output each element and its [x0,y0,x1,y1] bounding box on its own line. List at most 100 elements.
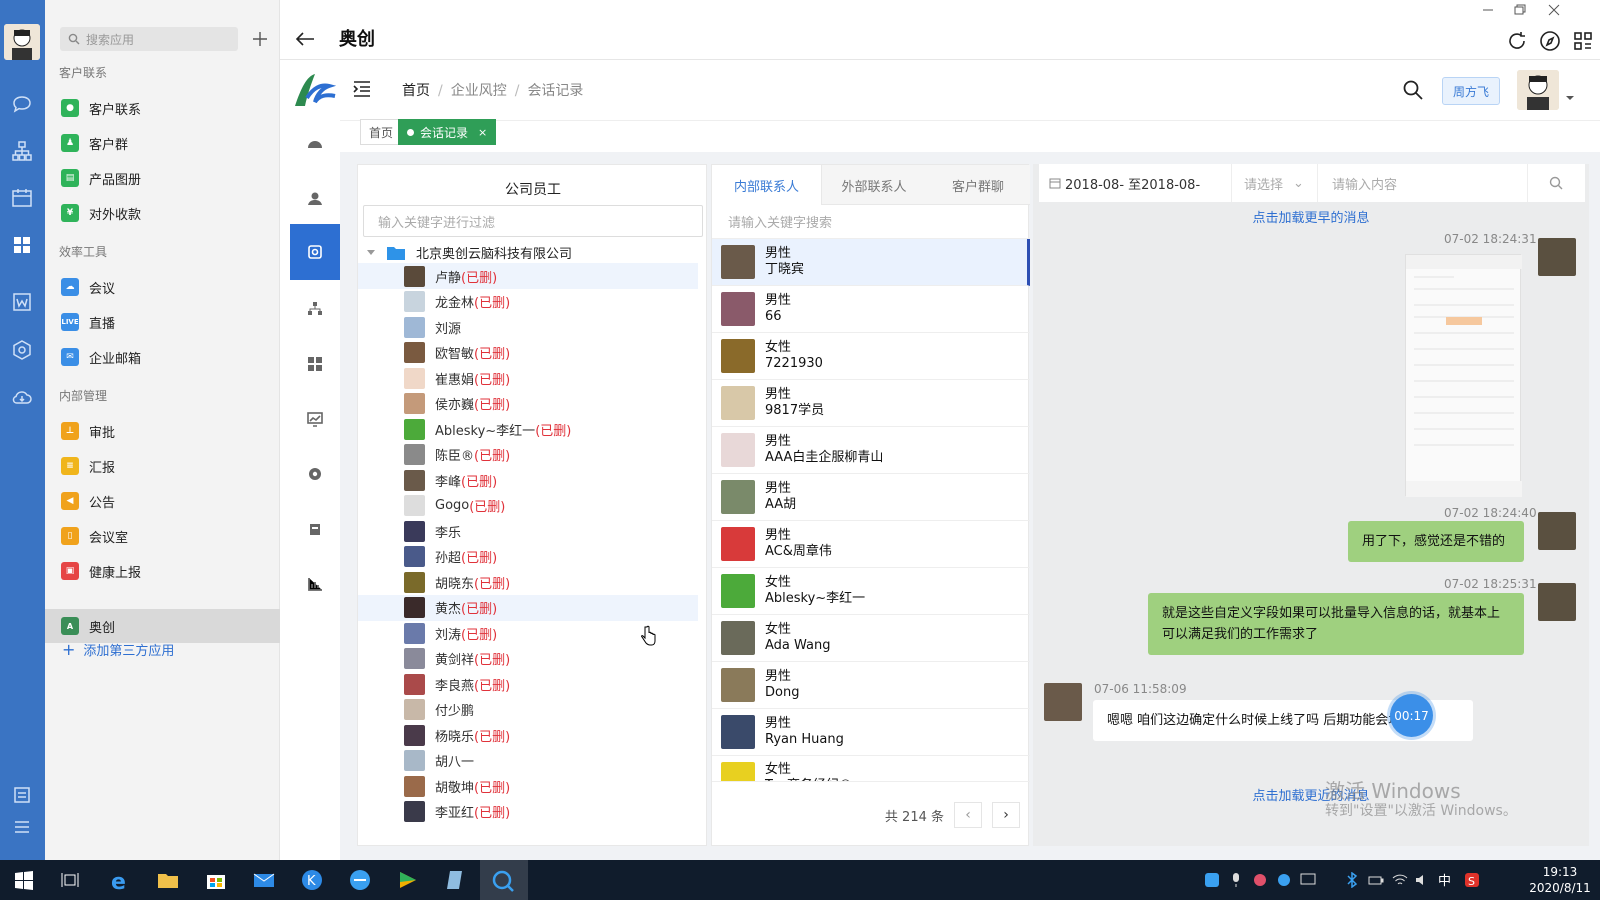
content-search-input[interactable]: 请输入内容 [1318,164,1528,202]
employee-row[interactable]: 胡敬坤 (已删) [358,773,698,799]
contact-row[interactable]: 女性 Ada Wang [712,615,1030,662]
tray-screen-icon[interactable] [1300,872,1316,888]
search-icon[interactable] [1528,164,1584,202]
org-icon[interactable] [11,140,33,162]
load-earlier-link[interactable]: 点击加载更早的消息 [1033,207,1589,226]
user-name-button[interactable]: 周方飞 [1442,77,1500,105]
contact-row[interactable]: 男性 丁晓宾 [712,239,1030,286]
app-item-health[interactable]: ▣ 健康上报 [45,554,280,588]
breadcrumb-home[interactable]: 首页 [402,83,430,99]
employee-row[interactable]: 孙超 (已删) [358,544,698,570]
avatar[interactable] [4,24,40,60]
sogou-icon[interactable]: S [1464,872,1480,888]
mail-icon[interactable] [252,868,276,892]
close-tab-icon[interactable]: × [478,126,487,139]
menu-fold-icon[interactable] [352,79,372,99]
bluetooth-icon[interactable] [1344,872,1360,888]
search-icon[interactable] [1402,79,1424,101]
chat-icon[interactable] [11,93,33,115]
contact-row[interactable]: 女性 Ablesky~李红一 [712,568,1030,615]
employee-row[interactable]: 刘源 [358,314,698,340]
app-item-mail[interactable]: ✉ 企业邮箱 [45,340,280,374]
app-item-aochuang[interactable]: A 奥创 [45,609,280,643]
employee-row[interactable]: 欧智敏 (已删) [358,340,698,366]
tab-customer-groups[interactable]: 客户群聊 [926,165,1030,205]
contact-row[interactable]: 男性 AA胡 [712,474,1030,521]
employee-row[interactable]: 侯亦巍 (已删) [358,391,698,417]
employee-row[interactable]: 崔惠娟 (已删) [358,365,698,391]
app-item-payment[interactable]: ¥ 对外收款 [45,196,280,230]
grid-icon[interactable] [1572,30,1594,52]
tab-external-contacts[interactable]: 外部联系人 [822,165,926,205]
app-item-live[interactable]: LIVE 直播 [45,305,280,339]
app-item-meeting[interactable]: ☁ 会议 [45,270,280,304]
date-range-picker[interactable]: 2018-08- 至2018-08- [1039,164,1232,202]
apps-icon[interactable] [11,234,33,256]
contact-row[interactable]: 男性 9817学员 [712,380,1030,427]
employee-row[interactable]: 卢静 (已删) [358,263,698,289]
contact-row[interactable]: 女性Top商务经纪® [712,756,1030,782]
refresh-icon[interactable] [1506,30,1528,52]
user-icon[interactable] [304,188,326,210]
employee-row[interactable]: 胡八一 [358,748,698,774]
store-icon[interactable] [204,868,228,892]
volume-icon[interactable] [1414,872,1430,888]
image-message[interactable] [1405,254,1522,497]
restore-icon[interactable] [1512,3,1528,17]
add-icon[interactable] [248,27,272,51]
k-app-icon[interactable]: K [300,868,324,892]
doc-icon[interactable] [11,291,33,313]
windows-start-icon[interactable] [12,868,36,892]
recording-timer[interactable]: 00:17 [1390,694,1433,737]
calendar-icon[interactable] [11,187,33,209]
contact-row[interactable]: 男性 AAA白圭企服柳青山 [712,427,1030,474]
contact-row[interactable]: 女性 7221930 [712,333,1030,380]
dashboard-icon[interactable] [304,133,326,155]
app-item-report[interactable]: ≡ 汇报 [45,449,280,483]
wifi-icon[interactable] [1392,872,1408,888]
contact-row[interactable]: 男性 66 [712,286,1030,333]
menu-icon[interactable] [11,816,33,838]
close-icon[interactable] [1546,3,1562,17]
chevron-down-icon[interactable] [1565,93,1575,103]
edge-icon[interactable]: e [108,868,132,892]
employee-row[interactable]: Gogo (已删) [358,493,698,519]
employee-row[interactable]: Ablesky~李红一 (已删) [358,416,698,442]
media-player-icon[interactable] [396,868,420,892]
app-item-customer-group[interactable]: ♟ 客户群 [45,126,280,160]
employee-row[interactable]: 李乐 [358,518,698,544]
contact-row[interactable]: 男性 AC&周章伟 [712,521,1030,568]
employee-row[interactable]: 黄杰 (已删) [358,594,698,621]
employee-row[interactable]: 李亚红 (已删) [358,799,698,825]
active-app-icon[interactable] [480,860,528,900]
tray-browser-icon[interactable] [1276,872,1292,888]
notes-icon[interactable] [11,784,33,806]
contact-search-input[interactable]: 请输入关键字搜索 [712,205,1030,239]
contact-row[interactable]: 男性 Dong [712,662,1030,709]
battery-icon[interactable] [1368,872,1384,888]
employee-row[interactable]: 龙金林 (已删) [358,289,698,315]
user-avatar[interactable] [1517,70,1559,110]
hierarchy-icon[interactable] [304,298,326,320]
employee-row[interactable]: 杨晓乐 (已删) [358,722,698,748]
employee-row[interactable]: 陈臣® (已删) [358,442,698,468]
add-third-party-link[interactable]: + 添加第三方应用 [62,640,174,659]
back-arrow-icon[interactable] [294,28,316,50]
org-tree-root[interactable]: 北京奥创云脑科技有限公司 [366,243,572,262]
app-item-room[interactable]: ▯ 会议室 [45,519,280,553]
browser-icon[interactable] [348,868,372,892]
file-explorer-icon[interactable] [156,868,180,892]
app-item-approval[interactable]: ⊥ 审批 [45,414,280,448]
employee-row[interactable]: 胡晓东 (已删) [358,569,698,595]
app-item-customer[interactable]: ● 客户联系 [45,91,280,125]
employee-row[interactable]: 黄剑祥 (已删) [358,646,698,672]
cloud-icon[interactable] [11,386,33,408]
employee-filter-input[interactable]: 输入关键字进行过滤 [363,205,703,237]
settings-icon[interactable] [304,463,326,485]
employee-row[interactable]: 付少鹏 [358,697,698,723]
employee-row[interactable]: 李峰 (已删) [358,467,698,493]
ime-indicator[interactable]: 中 [1438,870,1451,889]
monitor-chart-icon[interactable] [304,408,326,430]
breadcrumb-risk[interactable]: 企业风控 [451,83,507,99]
type-select[interactable]: 请选择 ⌄ [1232,164,1318,202]
